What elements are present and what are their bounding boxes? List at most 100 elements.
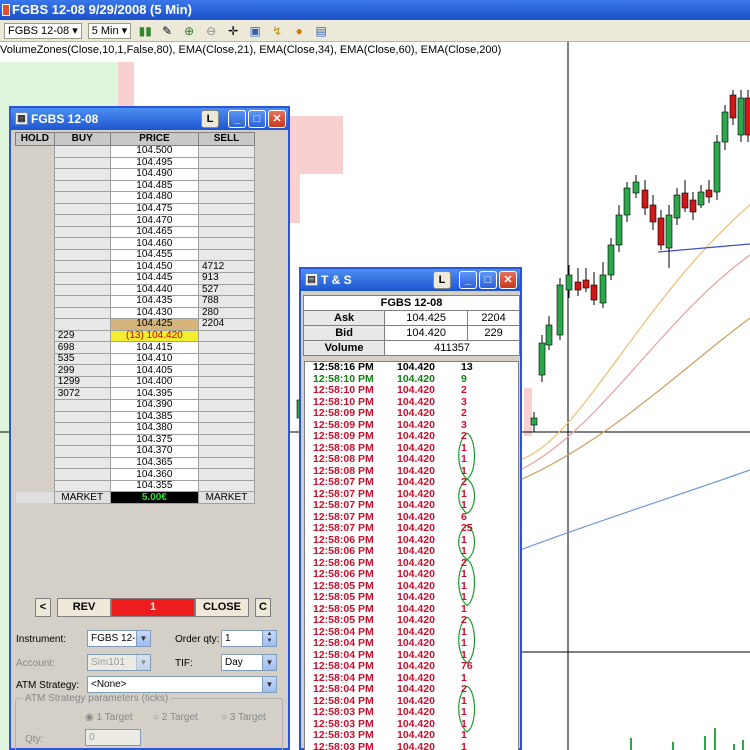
bid-size-cell[interactable] <box>53 260 111 273</box>
price-cell[interactable]: 104.500 <box>109 145 199 158</box>
bid-size-cell[interactable] <box>53 168 111 181</box>
ask-size-cell[interactable] <box>197 145 256 158</box>
bid-size-cell[interactable] <box>53 445 111 458</box>
bid-size-cell[interactable] <box>53 399 111 412</box>
bid-size-cell[interactable] <box>53 202 111 216</box>
ask-size-cell[interactable] <box>197 179 256 193</box>
instrument-selector[interactable]: FGBS 12-08 ▾ <box>4 22 82 39</box>
price-cell[interactable]: 104.395 <box>109 387 199 401</box>
ask-size-cell[interactable] <box>197 237 256 250</box>
price-cell[interactable]: 104.385 <box>109 410 199 424</box>
bid-size-cell[interactable] <box>53 306 111 320</box>
ask-size-cell[interactable] <box>197 364 256 377</box>
market-buy-button[interactable]: MARKET <box>53 491 111 504</box>
ask-size-cell[interactable] <box>197 191 256 204</box>
interval-selector[interactable]: 5 Min ▾ <box>87 22 132 39</box>
price-cell[interactable]: 104.425 <box>109 318 199 331</box>
ask-size-cell[interactable] <box>197 479 256 493</box>
ask-size-cell[interactable] <box>197 341 256 354</box>
bid-size-cell[interactable] <box>53 225 111 239</box>
minimize-button[interactable]: _ <box>228 110 246 128</box>
ask-size-cell[interactable]: 2204 <box>197 318 256 331</box>
draw-tool-icon[interactable]: ✎ <box>159 23 175 39</box>
price-cell[interactable]: 104.370 <box>109 445 199 458</box>
target-3-radio[interactable]: ○ 3 Target <box>221 712 266 723</box>
ask-size-cell[interactable]: 788 <box>197 295 256 308</box>
ask-size-cell[interactable] <box>197 214 256 227</box>
price-cell[interactable]: 104.465 <box>109 225 199 239</box>
price-cell[interactable]: 104.365 <box>109 456 199 470</box>
bid-size-cell[interactable] <box>53 456 111 470</box>
price-cell[interactable]: 104.485 <box>109 179 199 193</box>
bid-size-cell[interactable]: 1299 <box>53 375 111 389</box>
link-button[interactable]: L <box>201 110 219 128</box>
zoom-out-icon[interactable]: ⊖ <box>203 23 219 39</box>
price-cell[interactable]: 104.400 <box>109 375 199 389</box>
bid-size-cell[interactable] <box>53 237 111 250</box>
zoom-in-icon[interactable]: ⊕ <box>181 23 197 39</box>
target-2-radio[interactable]: ○ 2 Target <box>153 712 198 723</box>
bid-size-cell[interactable] <box>53 248 111 262</box>
dom-title-bar[interactable]: ▦ FGBS 12-08 L _ □ ✕ <box>11 108 288 130</box>
alert-icon[interactable]: ● <box>291 23 307 39</box>
bid-size-cell[interactable] <box>53 468 111 481</box>
ask-size-cell[interactable] <box>197 248 256 262</box>
price-cell[interactable]: 104.380 <box>109 422 199 435</box>
bid-size-cell[interactable] <box>53 410 111 424</box>
tif-select[interactable]: Day ▼ <box>221 654 277 671</box>
ask-size-cell[interactable] <box>197 202 256 216</box>
bid-size-cell[interactable] <box>53 318 111 331</box>
center-button[interactable]: C <box>255 598 271 617</box>
stepper-arrows-icon[interactable]: ▲ ▼ <box>262 631 276 646</box>
bid-size-cell[interactable] <box>53 295 111 308</box>
bid-size-cell[interactable]: 299 <box>53 364 111 377</box>
reverse-button[interactable]: REV <box>57 598 111 617</box>
ask-size-cell[interactable] <box>197 468 256 481</box>
market-sell-button[interactable]: MARKET <box>197 491 256 504</box>
ask-size-cell[interactable]: 527 <box>197 283 256 297</box>
atm-strategy-select[interactable]: <None> ▼ <box>87 676 277 693</box>
link-button[interactable]: L <box>433 271 451 289</box>
price-cell[interactable]: 104.445 <box>109 272 199 285</box>
ask-size-cell[interactable] <box>197 375 256 389</box>
chevron-down-icon[interactable]: ▼ <box>136 631 150 646</box>
ask-size-cell[interactable] <box>197 445 256 458</box>
ask-size-cell[interactable] <box>197 433 256 447</box>
price-cell[interactable]: 104.440 <box>109 283 199 297</box>
properties-icon[interactable]: ▣ <box>247 23 263 39</box>
instrument-field[interactable]: FGBS 12- ▼ <box>87 630 151 647</box>
price-cell[interactable]: 104.435 <box>109 295 199 308</box>
data-box-icon[interactable]: ▤ <box>313 23 329 39</box>
ask-size-cell[interactable] <box>197 387 256 401</box>
bid-size-cell[interactable]: 698 <box>53 341 111 354</box>
crosshair-icon[interactable]: ✛ <box>225 23 241 39</box>
bid-size-cell[interactable]: 535 <box>53 352 111 366</box>
maximize-button[interactable]: □ <box>248 110 266 128</box>
ask-size-cell[interactable] <box>197 156 256 170</box>
chevron-down-icon[interactable]: ▼ <box>262 655 276 670</box>
price-cell[interactable]: 104.375 <box>109 433 199 447</box>
ask-size-cell[interactable] <box>197 352 256 366</box>
ask-size-cell[interactable] <box>197 225 256 239</box>
ask-size-cell[interactable] <box>197 329 256 343</box>
target-1-radio[interactable]: ◉ 1 Target <box>85 712 132 723</box>
ask-size-cell[interactable] <box>197 410 256 424</box>
bid-size-cell[interactable] <box>53 191 111 204</box>
bid-size-cell[interactable] <box>53 214 111 227</box>
price-cell[interactable]: 104.410 <box>109 352 199 366</box>
bid-size-cell[interactable] <box>53 272 111 285</box>
bid-size-cell[interactable] <box>53 283 111 297</box>
price-cell[interactable]: 104.455 <box>109 248 199 262</box>
chevron-down-icon[interactable]: ▼ <box>262 677 276 692</box>
minimize-button[interactable]: _ <box>459 271 477 289</box>
bid-size-cell[interactable] <box>53 433 111 447</box>
price-cell[interactable]: 104.390 <box>109 399 199 412</box>
price-cell[interactable]: 104.415 <box>109 341 199 354</box>
bid-size-cell[interactable] <box>53 156 111 170</box>
scroll-left-button[interactable]: < <box>35 598 51 617</box>
maximize-button[interactable]: □ <box>479 271 497 289</box>
price-cell[interactable]: 104.490 <box>109 168 199 181</box>
price-cell[interactable]: 104.475 <box>109 202 199 216</box>
trades-list[interactable]: 12:58:16 PM 104.420 13 12:58:10 PM 104.420 9 1… <box>304 361 519 750</box>
ask-size-cell[interactable]: 280 <box>197 306 256 320</box>
